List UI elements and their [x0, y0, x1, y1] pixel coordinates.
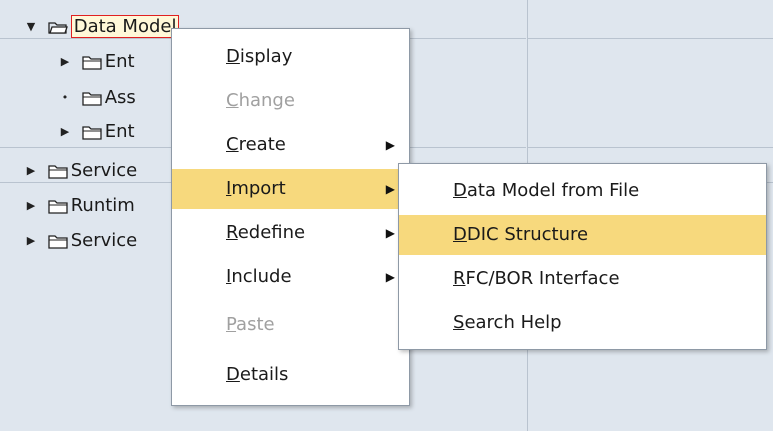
menu-item-label: etails: [239, 364, 289, 385]
menu-item-label: hange: [238, 90, 295, 111]
mnemonic-letter: D: [453, 224, 467, 245]
menu-item-label: DIC Structure: [466, 224, 589, 245]
menu-item-details[interactable]: Details: [172, 355, 409, 395]
folder-icon: [82, 55, 102, 70]
mnemonic-letter: D: [226, 364, 240, 385]
expand-arrow-icon[interactable]: ▶: [58, 120, 72, 144]
open-folder-icon: [48, 21, 68, 34]
pane-divider: [528, 38, 773, 39]
expand-arrow-icon[interactable]: ▶: [24, 194, 38, 218]
tree-node-data-model[interactable]: ▼ Data Model: [24, 15, 180, 39]
menu-item-redefine[interactable]: Redefine ▶: [172, 213, 409, 253]
mnemonic-letter: C: [226, 90, 239, 111]
menu-item-create[interactable]: Create ▶: [172, 125, 409, 165]
menu-item-label: earch Help: [464, 312, 562, 333]
submenu-item-search-help[interactable]: Search Help: [399, 303, 766, 343]
menu-item-label: isplay: [239, 46, 293, 67]
tree-node-child[interactable]: • Ass: [58, 86, 136, 110]
mnemonic-letter: C: [226, 134, 239, 155]
submenu-arrow-icon: ▶: [385, 138, 395, 152]
submenu-item-rfc-bor-interface[interactable]: RFC/BOR Interface: [399, 259, 766, 299]
collapse-arrow-icon[interactable]: ▼: [24, 15, 38, 39]
menu-item-label: edefine: [237, 222, 306, 243]
mnemonic-letter: P: [226, 314, 237, 335]
context-menu: Display Change Create ▶ Import ▶ Redefin…: [171, 28, 410, 406]
submenu-arrow-icon: ▶: [385, 270, 395, 284]
mnemonic-letter: R: [453, 268, 466, 289]
menu-item-display[interactable]: Display: [172, 37, 409, 77]
menu-item-label: aste: [236, 314, 275, 335]
submenu-arrow-icon: ▶: [385, 226, 395, 240]
leaf-dot-icon: •: [61, 91, 69, 104]
folder-icon: [48, 164, 68, 179]
submenu-item-ddic-structure[interactable]: DDIC Structure: [399, 215, 766, 255]
mnemonic-letter: R: [226, 222, 238, 243]
tree-node-label[interactable]: Service: [71, 230, 138, 251]
tree-node-child[interactable]: ▶ Ent: [58, 120, 135, 144]
tree-node-label[interactable]: Ent: [105, 121, 135, 142]
submenu-arrow-icon: ▶: [385, 182, 395, 196]
folder-icon: [48, 234, 68, 249]
mnemonic-letter: D: [226, 46, 240, 67]
tree-node-label[interactable]: Data Model: [70, 15, 180, 38]
tree-node-service[interactable]: ▶ Service: [24, 159, 138, 183]
menu-item-paste: Paste: [172, 305, 409, 345]
folder-icon: [82, 125, 102, 140]
tree-node-child[interactable]: ▶ Ent: [58, 50, 135, 74]
menu-item-label: nclude: [231, 266, 292, 287]
expand-arrow-icon[interactable]: ▶: [24, 159, 38, 183]
tree-node-service[interactable]: ▶ Service: [24, 229, 138, 253]
expand-arrow-icon[interactable]: ▶: [24, 229, 38, 253]
menu-item-change: Change: [172, 81, 409, 121]
submenu-item-data-model-from-file[interactable]: Data Model from File: [399, 171, 766, 211]
menu-item-label: mport: [231, 178, 286, 199]
expand-arrow-icon[interactable]: ▶: [58, 50, 72, 74]
folder-icon: [82, 91, 102, 106]
tree-node-runtime[interactable]: ▶ Runtim: [24, 194, 135, 218]
mnemonic-letter: S: [453, 312, 465, 333]
pane-divider: [528, 147, 773, 148]
tree-node-label[interactable]: Ass: [105, 87, 136, 108]
folder-icon: [48, 199, 68, 214]
tree-node-label[interactable]: Ent: [105, 51, 135, 72]
menu-item-label: ata Model from File: [466, 180, 640, 201]
mnemonic-letter: D: [453, 180, 467, 201]
tree-node-label[interactable]: Runtim: [71, 195, 135, 216]
menu-item-include[interactable]: Include ▶: [172, 257, 409, 297]
menu-item-label: reate: [238, 134, 286, 155]
menu-item-import[interactable]: Import ▶: [172, 169, 409, 209]
import-submenu: Data Model from File DDIC Structure RFC/…: [398, 163, 767, 350]
tree-node-label[interactable]: Service: [71, 160, 138, 181]
menu-item-label: FC/BOR Interface: [465, 268, 620, 289]
